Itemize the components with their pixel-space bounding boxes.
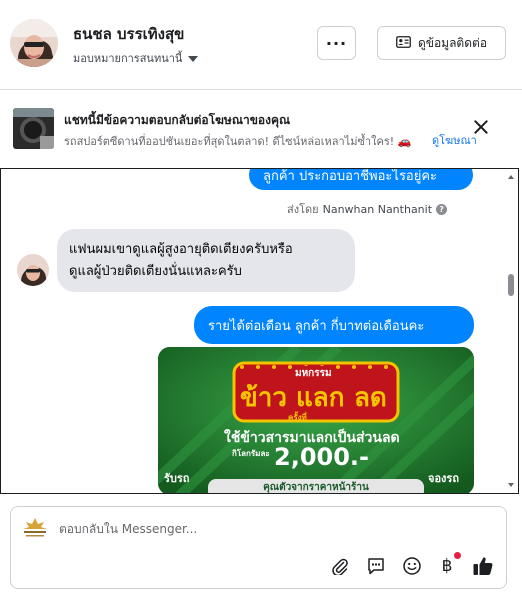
ad-reply-banner: แชทนี้มีข้อความตอบกลับต่อโฆษณาของคุณ รถส… xyxy=(0,91,522,167)
promo-left-label: รับรถ xyxy=(164,472,190,485)
promo-footer: คุณตัวจากราคาหน้าร้าน xyxy=(208,479,424,493)
contact-avatar[interactable] xyxy=(10,19,58,67)
outgoing-message: ลูกค้า ประกอบอาชีพอะไรอยู่คะ xyxy=(249,169,473,190)
contact-card-icon xyxy=(396,35,411,51)
scrollbar-track[interactable] xyxy=(510,169,518,493)
promo-per-kg: กิโลกรัมละ xyxy=(232,449,270,458)
view-ad-link[interactable]: ดูโฆษณา xyxy=(428,131,477,149)
message-composer: ฿ xyxy=(10,506,507,589)
promo-right-label: จองรถ xyxy=(428,472,459,485)
attachment-icon[interactable] xyxy=(329,555,351,577)
promo-amount: 2,000.- xyxy=(274,443,369,471)
thumbs-up-icon[interactable] xyxy=(472,555,494,577)
close-icon[interactable] xyxy=(472,118,490,136)
assign-conversation-label: มอบหมายการสนทนานี้ xyxy=(73,52,183,65)
chevron-down-icon xyxy=(188,55,199,62)
incoming-message: แฟนผมเขาดูแลผู้สูงอายุติดเตียงครับหรือ ด… xyxy=(57,229,355,292)
incoming-message-line: แฟนผมเขาดูแลผู้สูงอายุติดเตียงครับหรือ xyxy=(69,242,293,257)
info-icon[interactable]: ? xyxy=(436,203,448,215)
more-options-button[interactable]: ··· xyxy=(317,26,356,60)
scroll-up-icon[interactable] xyxy=(508,175,514,179)
promo-headline-discount: ลด xyxy=(354,383,387,413)
sent-by-prefix: ส่งโดย xyxy=(287,203,319,216)
conversation-header: ธนชล บรรเทิงสุข มอบหมายการสนทนานี้ ··· ด… xyxy=(0,0,522,90)
incoming-message-line: ดูแลผู้ป่วยติดเตียงนั่นแหละครับ xyxy=(69,264,242,279)
more-icon: ··· xyxy=(325,33,348,53)
outgoing-message: รายได้ต่อเดือน ลูกค้า กี่บาทต่อเดือนคะ xyxy=(194,306,474,344)
assign-conversation-dropdown[interactable]: มอบหมายการสนทนานี้ xyxy=(73,49,199,67)
car-thumbnail xyxy=(13,108,54,149)
ad-banner-title: แชทนี้มีข้อความตอบกลับต่อโฆษณาของคุณ xyxy=(64,113,291,127)
notification-dot xyxy=(454,552,461,559)
view-contact-info-label: ดูข้อมูลติดต่อ xyxy=(417,35,488,50)
sent-by-label: ส่งโดย Nanwhan Nanthanit ? xyxy=(287,200,448,218)
sender-name: Nanwhan Nanthanit xyxy=(322,202,433,216)
message-thread[interactable]: ลูกค้า ประกอบอาชีพอะไรอยู่คะ ส่งโดย Nanw… xyxy=(0,168,519,494)
promo-headline-rice: ข้าว xyxy=(240,383,287,413)
view-contact-info-button[interactable]: ดูข้อมูลติดต่อ xyxy=(377,26,506,60)
promo-round-label: ครั้งที่ xyxy=(288,413,307,422)
scroll-down-icon[interactable] xyxy=(508,483,514,487)
promo-image-message[interactable]: มหกรรม ข้าว แลก ลด ครั้งที่ ใช้ข้าวสารมา… xyxy=(158,347,474,493)
saved-reply-icon[interactable] xyxy=(365,555,387,577)
page-logo xyxy=(21,517,49,539)
ad-banner-subtitle: รถสปอร์ตซีดานที่ออปชันเยอะที่สุดในตลาด! … xyxy=(64,135,412,148)
reply-input[interactable] xyxy=(59,519,479,539)
scrollbar-thumb[interactable] xyxy=(508,274,514,296)
contact-name: ธนชล บรรเทิงสุข xyxy=(73,25,185,43)
contact-avatar-small xyxy=(17,254,49,286)
emoji-icon[interactable] xyxy=(401,555,423,577)
